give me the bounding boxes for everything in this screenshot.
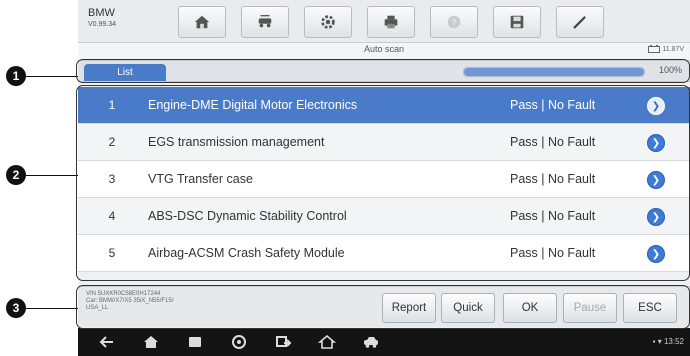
callout-3: 3: [6, 298, 26, 318]
region-2-outline: [76, 85, 690, 281]
help-icon: ?: [447, 15, 461, 29]
settings-gear-icon: [321, 15, 335, 29]
android-home-button[interactable]: [142, 333, 160, 351]
callout-3-leader: [26, 308, 78, 309]
software-version: V0.99.34: [88, 21, 117, 28]
save-button[interactable]: [493, 6, 541, 38]
pen-icon: [573, 16, 586, 29]
home-icon: [194, 15, 210, 29]
region-3-outline: [76, 285, 690, 329]
callout-2-leader: [26, 175, 78, 176]
car-icon: [364, 337, 378, 348]
status-row: Auto scan 11.87V: [78, 43, 690, 58]
help-button[interactable]: ?: [430, 6, 478, 38]
print-icon: [384, 15, 398, 29]
recent-apps-icon: [189, 337, 201, 347]
home-button[interactable]: [178, 6, 226, 38]
clock-time: 13:52: [663, 337, 684, 346]
battery-voltage-value: 11.87V: [662, 45, 684, 53]
diag-home-button[interactable]: [317, 333, 337, 351]
region-1-outline: [76, 59, 690, 83]
back-arrow-icon: [99, 336, 113, 348]
android-home-icon: [144, 336, 158, 348]
recent-apps-button[interactable]: [186, 333, 204, 351]
car-battery-icon: [648, 45, 661, 53]
vehicle-menu-button[interactable]: [362, 333, 380, 351]
status-clock: ▪ ▾ 13:52: [653, 337, 684, 346]
vehicle-brand-name: BMW: [88, 7, 115, 19]
edit-button[interactable]: [556, 6, 604, 38]
settings-button[interactable]: [304, 6, 352, 38]
browser-icon: [232, 335, 246, 349]
vci-button[interactable]: [274, 333, 292, 351]
vehicle-swap-icon: [258, 15, 272, 28]
page-title: Auto scan: [363, 44, 405, 54]
vehicle-swap-button[interactable]: [241, 6, 289, 38]
android-nav-bar: ▪ ▾ 13:52: [78, 328, 690, 356]
svg-text:?: ?: [451, 18, 456, 28]
callout-1: 1: [6, 66, 26, 86]
top-toolbar: BMW V0.99.34 ?: [78, 0, 690, 43]
callout-2: 2: [6, 165, 26, 185]
callout-1-leader: [26, 76, 78, 77]
vci-icon: [276, 336, 292, 347]
print-button[interactable]: [367, 6, 415, 38]
save-icon: [510, 15, 524, 29]
browser-button[interactable]: [230, 333, 248, 351]
diag-home-icon: [317, 334, 337, 349]
vehicle-brand: BMW V0.99.34: [88, 7, 116, 31]
battery-voltage: 11.87V: [648, 45, 684, 53]
signal-icon: ▪ ▾: [652, 337, 664, 346]
back-button[interactable]: [98, 333, 116, 351]
